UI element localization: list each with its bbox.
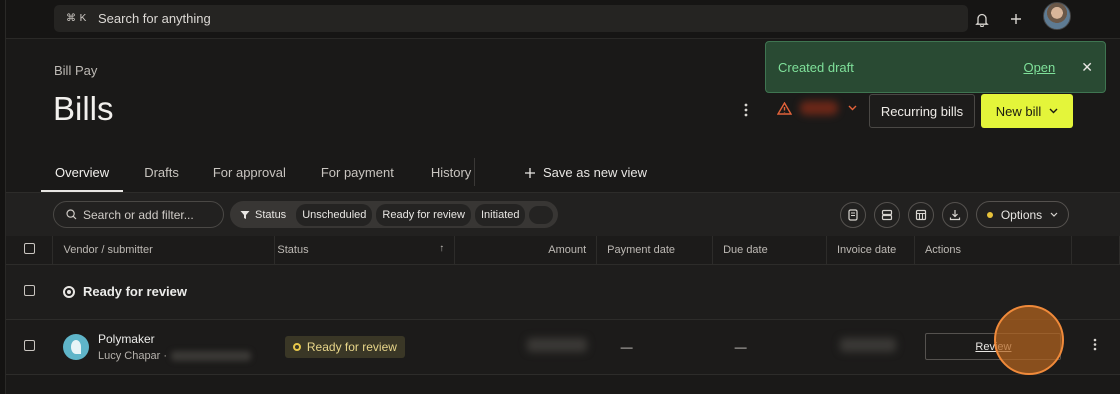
bill-icon[interactable] xyxy=(840,202,866,228)
chevron-down-icon xyxy=(848,102,857,114)
invoice-date-cell xyxy=(826,319,915,375)
chip-unscheduled[interactable]: Unscheduled xyxy=(296,203,373,226)
group-header: Ready for review xyxy=(62,284,1110,299)
warning-dropdown[interactable] xyxy=(777,101,857,115)
toast-open-link[interactable]: Open xyxy=(1023,60,1055,75)
save-view-label: Save as new view xyxy=(543,165,648,180)
status-filter-group: Status Unscheduled Ready for review Init… xyxy=(230,201,558,228)
table-header-row: Vendor / submitter Status ↑ Amount Payme… xyxy=(6,236,1120,265)
tab-divider xyxy=(474,158,475,186)
status-radio-icon xyxy=(62,285,75,298)
vendor-cell: Polymaker Lucy Chapar · xyxy=(52,319,275,375)
close-icon[interactable]: ✕ xyxy=(1081,59,1093,76)
group-row: Ready for review xyxy=(6,264,1120,320)
redacted-submitter-detail xyxy=(171,350,252,361)
payment-date-cell: — xyxy=(596,319,713,375)
columns-icon[interactable] xyxy=(908,202,934,228)
select-all-checkbox[interactable] xyxy=(23,242,35,254)
bills-table: Vendor / submitter Status ↑ Amount Payme… xyxy=(6,236,1120,375)
tab-for-payment[interactable]: For payment xyxy=(302,158,412,192)
filter-icon xyxy=(240,210,250,219)
global-search-placeholder: Search for anything xyxy=(98,11,211,26)
col-amount[interactable]: Amount xyxy=(454,236,598,265)
toast-notification: Created draft Open ✕ xyxy=(765,41,1106,93)
view-tabs: Overview Drafts For approval For payment… xyxy=(41,158,485,192)
vendor-name: Polymaker xyxy=(97,331,155,346)
status-cell: Ready for review xyxy=(274,319,455,375)
row-checkbox-cell xyxy=(6,319,53,375)
group-checkbox-cell xyxy=(6,264,53,320)
breadcrumb: Bill Pay xyxy=(54,63,98,78)
filter-search-placeholder: Search or add filter... xyxy=(83,207,194,222)
vendor-logo-icon xyxy=(62,333,89,360)
filter-search-input[interactable]: Search or add filter... xyxy=(53,201,224,228)
col-due-date[interactable]: Due date xyxy=(712,236,827,265)
tab-for-approval[interactable]: For approval xyxy=(193,158,302,192)
row-more-icon[interactable] xyxy=(1071,319,1120,375)
bell-icon[interactable] xyxy=(972,9,992,29)
options-label: Options xyxy=(1000,207,1043,222)
download-icon[interactable] xyxy=(942,202,968,228)
recurring-bills-button[interactable]: Recurring bills xyxy=(869,94,975,128)
col-status[interactable]: Status ↑ xyxy=(274,236,456,265)
status-badge-label: Ready for review xyxy=(306,339,397,354)
filter-bar: Search or add filter... Status Unschedul… xyxy=(6,193,1120,236)
redacted-amount xyxy=(526,338,587,352)
col-menu xyxy=(1071,236,1120,265)
options-button[interactable]: Options xyxy=(976,201,1069,228)
tab-overview[interactable]: Overview xyxy=(41,158,124,192)
col-payment-date[interactable]: Payment date xyxy=(596,236,714,265)
top-bar: ⌘ K Search for anything xyxy=(6,0,1120,39)
options-indicator-dot xyxy=(986,211,993,218)
page-title: Bills xyxy=(53,90,114,127)
submitter-name: Lucy Chapar · xyxy=(97,349,168,362)
density-icon[interactable] xyxy=(874,202,900,228)
plus-icon xyxy=(525,167,535,178)
row-checkbox[interactable] xyxy=(23,339,35,351)
status-filter-button[interactable]: Status xyxy=(238,204,292,226)
col-vendor[interactable]: Vendor / submitter xyxy=(52,236,276,265)
chip-redacted[interactable] xyxy=(529,205,554,224)
chip-initiated[interactable]: Initiated xyxy=(474,203,526,226)
col-invoice-date[interactable]: Invoice date xyxy=(826,236,915,265)
tab-drafts[interactable]: Drafts xyxy=(123,158,193,192)
warning-icon xyxy=(777,101,792,115)
vendor-info: Polymaker Lucy Chapar · xyxy=(62,331,265,362)
select-all-checkbox-cell xyxy=(6,236,54,265)
group-checkbox[interactable] xyxy=(23,284,35,296)
command-key-icon: ⌘ xyxy=(66,13,76,24)
new-bill-button[interactable]: New bill xyxy=(981,94,1073,128)
click-highlight-indicator xyxy=(994,305,1064,375)
table-row[interactable]: Polymaker Lucy Chapar · Ready for review… xyxy=(6,319,1120,375)
chevron-down-icon xyxy=(1050,212,1058,217)
status-dot-icon xyxy=(292,342,301,351)
due-date-cell: — xyxy=(712,319,827,375)
redacted-warning-text xyxy=(800,101,838,115)
redacted-invoice-date xyxy=(840,338,897,352)
col-actions: Actions xyxy=(914,236,1072,265)
search-icon xyxy=(66,209,77,220)
group-label-cell: Ready for review xyxy=(52,264,1120,320)
chip-ready-for-review[interactable]: Ready for review xyxy=(376,203,471,226)
new-bill-label: New bill xyxy=(995,103,1042,119)
chevron-down-icon xyxy=(1049,108,1058,114)
plus-icon[interactable] xyxy=(1006,9,1026,29)
k-key-icon: K xyxy=(79,13,87,24)
avatar[interactable] xyxy=(1043,2,1071,30)
more-actions-icon[interactable] xyxy=(737,101,755,119)
amount-cell xyxy=(454,319,597,375)
sort-arrow-icon: ↑ xyxy=(439,243,445,254)
status-badge: Ready for review xyxy=(284,335,405,358)
submitter-line: Lucy Chapar · xyxy=(97,349,252,362)
group-label: Ready for review xyxy=(82,284,188,299)
save-view-button[interactable]: Save as new view xyxy=(525,165,647,180)
col-status-label: Status xyxy=(277,243,309,256)
status-filter-label: Status xyxy=(255,208,287,221)
global-search-input[interactable]: ⌘ K Search for anything xyxy=(54,5,968,32)
toast-message: Created draft xyxy=(778,59,854,75)
